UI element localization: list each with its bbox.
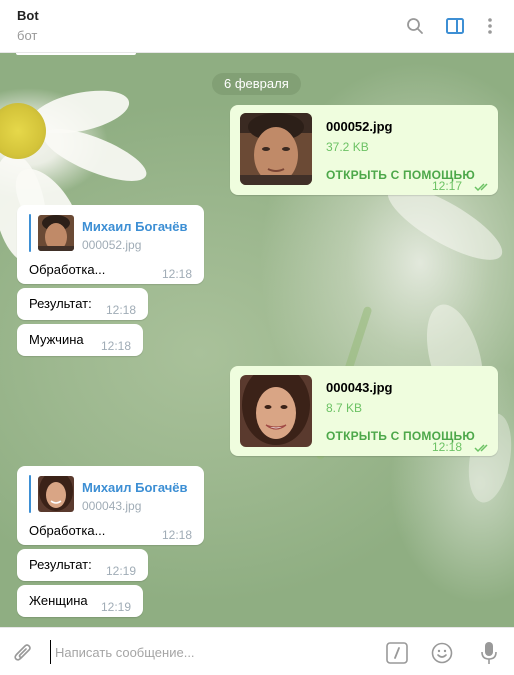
outgoing-file-message[interactable]: 000052.jpg 37.2 KB ОТКРЫТЬ С ПОМОЩЬЮ 12:…: [230, 105, 498, 195]
message-time: 12:19: [106, 564, 137, 578]
incoming-text-message[interactable]: Женщина 12:19: [17, 585, 143, 617]
reply-author[interactable]: Михаил Богачёв: [82, 480, 188, 495]
wallpaper-petal: [37, 118, 153, 192]
previous-message-edge: [16, 53, 136, 55]
message-time: 12:17: [432, 179, 463, 193]
file-name: 000052.jpg: [326, 119, 393, 134]
message-time: 12:19: [101, 600, 132, 614]
photo-thumbnail[interactable]: [240, 113, 312, 185]
message-text: Мужчина: [29, 332, 84, 347]
read-checkmarks-icon: [474, 444, 488, 453]
message-composer: [0, 627, 514, 675]
chat-subtitle: бот: [17, 28, 38, 43]
reply-author[interactable]: Михаил Богачёв: [82, 219, 188, 234]
message-time: 12:18: [162, 528, 193, 542]
emoji-icon[interactable]: [429, 640, 455, 666]
reply-thumbnail: [38, 215, 74, 251]
reply-file-name: 000043.jpg: [82, 499, 142, 513]
incoming-reply-message[interactable]: Михаил Богачёв 000043.jpg Обработка... 1…: [17, 466, 204, 545]
read-checkmarks-icon: [474, 183, 488, 192]
message-text: Обработка...: [29, 262, 106, 277]
message-time: 12:18: [432, 440, 463, 454]
attach-icon[interactable]: [10, 640, 36, 666]
sidebar-toggle-icon[interactable]: [442, 13, 468, 39]
incoming-text-message[interactable]: Результат: 12:18: [17, 288, 148, 320]
date-separator: 6 февраля: [212, 73, 301, 95]
photo-thumbnail[interactable]: [240, 375, 312, 447]
reply-quote-bar: [29, 475, 31, 513]
message-text: Женщина: [29, 593, 88, 608]
incoming-text-message[interactable]: Мужчина 12:18: [17, 324, 143, 356]
message-time: 12:18: [106, 303, 137, 317]
reply-thumbnail: [38, 476, 74, 512]
message-text: Результат:: [29, 296, 92, 311]
chat-title[interactable]: Bot: [17, 8, 39, 23]
message-input[interactable]: [50, 640, 370, 664]
more-vertical-icon[interactable]: [477, 13, 503, 39]
message-time: 12:18: [162, 267, 193, 281]
message-text: Обработка...: [29, 523, 106, 538]
reply-quote-bar: [29, 214, 31, 252]
search-icon[interactable]: [402, 13, 428, 39]
chat-history[interactable]: 6 февраля 000052.jpg 37.2 KB ОТКРЫТЬ С П…: [0, 53, 514, 627]
outgoing-file-message[interactable]: 000043.jpg 8.7 KB ОТКРЫТЬ С ПОМОЩЬЮ 12:1…: [230, 366, 498, 456]
incoming-reply-message[interactable]: Михаил Богачёв 000052.jpg Обработка... 1…: [17, 205, 204, 284]
chat-header: Bot бот: [0, 0, 514, 53]
message-time: 12:18: [101, 339, 132, 353]
reply-file-name: 000052.jpg: [82, 238, 142, 252]
message-text: Результат:: [29, 557, 92, 572]
file-name: 000043.jpg: [326, 380, 393, 395]
file-size: 8.7 KB: [326, 401, 363, 415]
incoming-text-message[interactable]: Результат: 12:19: [17, 549, 148, 581]
microphone-icon[interactable]: [476, 640, 502, 666]
file-size: 37.2 KB: [326, 140, 369, 154]
commands-icon[interactable]: [384, 640, 410, 666]
